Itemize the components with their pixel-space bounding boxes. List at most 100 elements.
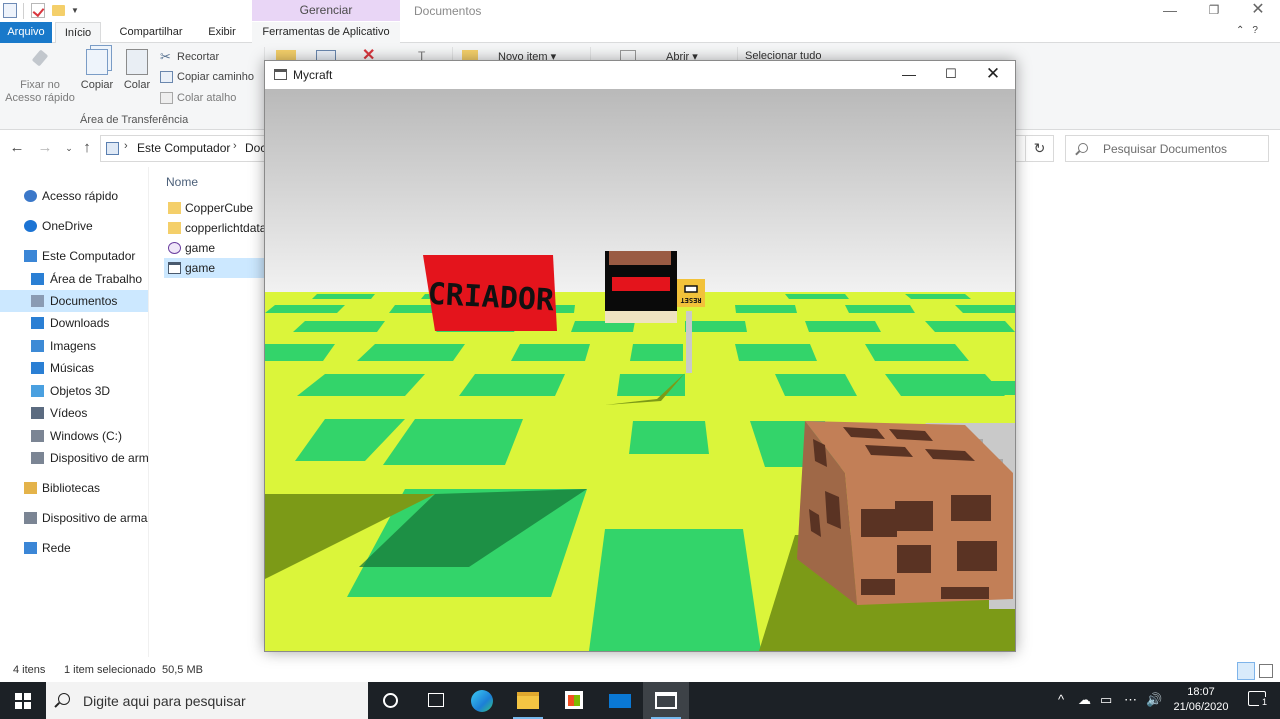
file-name: copperlichtdata xyxy=(185,221,267,235)
drive-icon xyxy=(31,452,44,464)
properties-icon[interactable] xyxy=(3,3,17,18)
taskbar-mycraft[interactable] xyxy=(643,682,689,719)
sidebar-item[interactable]: Acesso rápido xyxy=(0,185,148,207)
sidebar-item-label: Objetos 3D xyxy=(50,384,111,398)
taskbar-store[interactable] xyxy=(551,682,597,719)
tab-compartilhar[interactable]: Compartilhar xyxy=(108,22,194,43)
paste-button[interactable]: Colar xyxy=(120,49,154,92)
status-item-count: 4 itens xyxy=(13,664,46,676)
sidebar-item[interactable]: Vídeos xyxy=(0,402,148,424)
explorer-restore-button[interactable]: ❐ xyxy=(1192,0,1236,22)
sidebar-item[interactable]: Downloads xyxy=(0,312,148,334)
file-row[interactable]: game xyxy=(164,238,268,258)
large-icons-view-icon[interactable] xyxy=(1259,664,1273,678)
task-view-button[interactable] xyxy=(413,682,459,719)
up-arrow-icon[interactable]: ↑ xyxy=(78,139,96,157)
taskbar-mail[interactable] xyxy=(597,682,643,719)
ground-tile xyxy=(885,374,1005,396)
volume-icon[interactable]: 🔊 xyxy=(1146,692,1162,708)
show-hidden-icons-chevron-icon[interactable]: ^ xyxy=(1058,692,1064,708)
sidebar-item[interactable]: Este Computador xyxy=(0,245,148,267)
forward-arrow-icon[interactable]: → xyxy=(36,139,54,157)
ground-tile xyxy=(735,305,797,313)
sidebar-item[interactable]: Windows (C:) xyxy=(0,425,148,447)
game-viewport[interactable]: CRIADOR RESET xyxy=(265,89,1015,651)
documents-icon xyxy=(31,295,44,307)
sidebar-item[interactable]: Bibliotecas xyxy=(0,477,148,499)
copy-button[interactable]: Copiar xyxy=(78,49,116,92)
taskbar-edge[interactable] xyxy=(459,682,505,719)
ground-tile xyxy=(459,374,565,396)
mycraft-maximize-button[interactable]: ☐ xyxy=(929,61,973,89)
ground-tile xyxy=(312,294,375,299)
ribbon-expand-help-icons[interactable]: ⌃? xyxy=(1236,25,1266,36)
file-row[interactable]: CopperCube xyxy=(164,198,268,218)
breadcrumb-chevron-icon[interactable]: › xyxy=(233,140,237,152)
ground-tile xyxy=(293,321,385,332)
pane-divider[interactable] xyxy=(148,167,149,657)
search-placeholder: Pesquisar Documentos xyxy=(1103,142,1228,156)
back-arrow-icon[interactable]: ← xyxy=(8,139,26,157)
checkmark-icon[interactable] xyxy=(31,3,45,18)
sidebar-item[interactable]: Objetos 3D xyxy=(0,380,148,402)
sidebar-item[interactable]: Área de Trabalho xyxy=(0,268,148,290)
mycraft-minimize-button[interactable]: — xyxy=(887,61,931,89)
cloud-icon xyxy=(24,220,37,232)
action-center-icon[interactable]: 1 xyxy=(1248,691,1270,708)
cut-button[interactable]: Recortar xyxy=(160,48,219,68)
mycraft-window[interactable]: Mycraft — ☐ ✕ CRIADOR RESET xyxy=(264,60,1016,652)
customize-toolbar-chevron-icon[interactable]: ▼ xyxy=(71,6,80,15)
tab-ferramentas-aplicativo[interactable]: Ferramentas de Aplicativo xyxy=(252,22,400,43)
sidebar-item[interactable]: Dispositivo de arma xyxy=(0,447,148,469)
search-input[interactable]: Pesquisar Documentos xyxy=(1065,135,1269,162)
details-view-icon[interactable] xyxy=(1237,662,1255,680)
file-row[interactable]: copperlichtdata xyxy=(164,218,268,238)
copy-path-button[interactable]: Copiar caminho xyxy=(160,68,254,88)
sidebar-item-label: Windows (C:) xyxy=(50,429,123,443)
pin-quick-access-button[interactable]: Fixar no Acesso rápido xyxy=(4,49,76,105)
onedrive-tray-icon[interactable]: ☁ xyxy=(1078,692,1091,708)
breadcrumb-este-computador[interactable]: Este Computador xyxy=(137,141,230,155)
taskbar-search-box[interactable]: Digite aqui para pesquisar xyxy=(46,682,368,719)
sidebar-item[interactable]: Músicas xyxy=(0,357,148,379)
paste-label: Colar xyxy=(123,79,151,91)
sidebar-item[interactable]: Rede xyxy=(0,537,148,559)
paste-icon xyxy=(126,49,148,75)
ground-tile xyxy=(265,305,345,313)
mycraft-title-bar[interactable]: Mycraft — ☐ ✕ xyxy=(265,61,1015,89)
sidebar-item[interactable]: Imagens xyxy=(0,335,148,357)
start-button[interactable] xyxy=(0,682,46,719)
column-header-name[interactable]: Nome xyxy=(166,175,198,189)
wifi-icon[interactable]: ⋯ xyxy=(1124,692,1137,708)
tab-inicio[interactable]: Início xyxy=(55,22,101,44)
tab-arquivo[interactable]: Arquivo xyxy=(0,22,52,43)
new-folder-icon[interactable] xyxy=(52,5,65,16)
sidebar-item[interactable]: Documentos xyxy=(0,290,148,312)
tab-exibir[interactable]: Exibir xyxy=(199,22,245,43)
clock[interactable]: 18:07 21/06/2020 xyxy=(1170,685,1232,715)
cookie-block[interactable] xyxy=(797,421,1013,605)
navigation-pane: Acesso rápido OneDrive Este Computador Área… xyxy=(0,167,148,657)
refresh-icon[interactable]: ↻ xyxy=(1025,136,1053,161)
cortana-button[interactable] xyxy=(367,682,413,719)
sidebar-item[interactable]: OneDrive xyxy=(0,215,148,237)
criador-sign[interactable]: CRIADOR xyxy=(423,255,557,331)
explorer-close-button[interactable]: ✕ xyxy=(1236,0,1280,22)
sidebar-item[interactable]: Dispositivo de armaze xyxy=(0,507,148,529)
sidebar-item-label: Downloads xyxy=(50,316,110,330)
taskbar-file-explorer[interactable] xyxy=(505,682,551,719)
battery-icon[interactable]: ▭ xyxy=(1100,692,1112,708)
search-icon xyxy=(1078,143,1088,153)
copy-label: Copiar xyxy=(80,79,114,91)
mycraft-close-button[interactable]: ✕ xyxy=(971,61,1015,89)
breadcrumb-chevron-icon[interactable]: › xyxy=(124,140,128,152)
npc-block[interactable] xyxy=(605,251,677,323)
file-row[interactable]: game xyxy=(164,258,268,278)
paste-shortcut-button[interactable]: Colar atalho xyxy=(160,89,236,109)
edge-icon xyxy=(471,690,493,712)
cookie-spot xyxy=(957,541,997,571)
explorer-minimize-button[interactable]: — xyxy=(1148,0,1192,22)
game-scene[interactable]: CRIADOR RESET xyxy=(265,89,1015,651)
recent-locations-chevron-icon[interactable]: ⌄ xyxy=(60,139,78,157)
sidebar-item-label: Imagens xyxy=(50,339,97,353)
